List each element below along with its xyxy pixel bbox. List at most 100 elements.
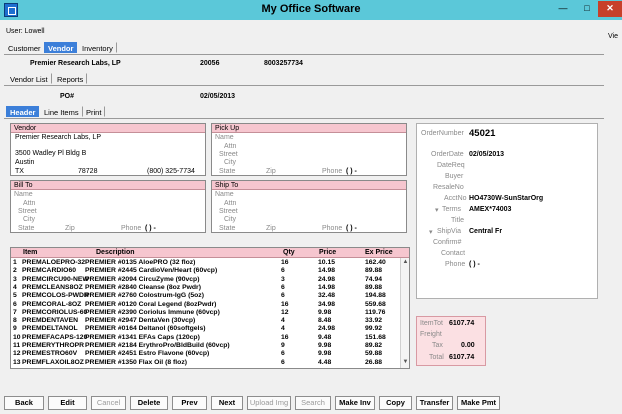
table-row[interactable]: 7 PREMCORIOLUS-60 PREMIER #2390 Coriolus I… xyxy=(13,309,395,317)
shipvia-dropdown-icon[interactable]: ▾ xyxy=(429,228,433,236)
table-row[interactable]: 4 PREMCLEANS8OZ PREMIER #2840 Cleanse (8oz… xyxy=(13,284,395,292)
table-row[interactable]: 6 PREMCORAL-8OZ PREMIER #0120 Coral Legend… xyxy=(13,301,395,309)
shipvia-value[interactable]: Central Fr xyxy=(469,228,502,235)
vendor-state[interactable]: TX xyxy=(15,168,24,175)
po-date: 02/05/2013 xyxy=(200,93,236,100)
line-items-table[interactable]: Item Description Qty Price Ex Price 1 PRE… xyxy=(10,247,410,369)
row-item: PREMCORIOLUS-60 xyxy=(22,308,88,316)
acct-value[interactable]: HO4730W-SunStarOrg xyxy=(469,195,543,202)
table-row[interactable]: 9 PREMDELTANOL PREMIER #0164 Deltanol (60s… xyxy=(13,325,395,333)
upload-img-button[interactable]: Upload Img xyxy=(247,396,291,410)
order-phone-label: Phone xyxy=(445,261,466,268)
pickup-phone[interactable]: ( ) - xyxy=(346,168,357,175)
edit-button[interactable]: Edit xyxy=(48,396,87,410)
row-number: 9 xyxy=(13,325,17,333)
tab-header[interactable]: Header xyxy=(6,106,40,117)
tab-customer[interactable]: Customer xyxy=(4,42,45,53)
billto-phone[interactable]: ( ) - xyxy=(145,225,156,232)
vendor-zip[interactable]: 78728 xyxy=(78,168,97,175)
col-ex-price: Ex Price xyxy=(365,249,393,256)
row-qty: 3 xyxy=(281,275,285,283)
row-ex-price: 194.88 xyxy=(365,292,386,300)
cancel-button[interactable]: Cancel xyxy=(91,396,126,410)
order-phone[interactable]: ( ) - xyxy=(469,261,480,268)
title-label: Title xyxy=(451,217,464,224)
row-qty: 16 xyxy=(281,259,289,266)
prev-button[interactable]: Prev xyxy=(172,396,207,410)
vendor-city[interactable]: Austin xyxy=(15,159,34,166)
pickup-panel-title: Pick Up xyxy=(212,124,406,133)
row-number: 2 xyxy=(13,267,17,275)
user-label: User: Lowell xyxy=(6,28,45,35)
items-scrollbar[interactable]: ▲ ▼ xyxy=(400,258,409,368)
make-inv-button[interactable]: Make Inv xyxy=(335,396,375,410)
tab-line-items[interactable]: Line Items xyxy=(40,106,83,117)
maximize-button[interactable]: □ xyxy=(576,1,598,17)
shipto-phone[interactable]: ( ) - xyxy=(346,225,357,232)
order-number-label: OrderNumber xyxy=(421,130,464,137)
minimize-button[interactable]: — xyxy=(552,1,574,17)
table-row[interactable]: 8 PREMDENTAVEN PREMIER #2947 DentaVen (30v… xyxy=(13,317,395,325)
billto-state-label: State xyxy=(18,225,35,232)
table-row[interactable]: 5 PREMCOLOS-PWDR PREMIER #2760 Colostrum-I… xyxy=(13,292,395,300)
row-qty: 6 xyxy=(281,292,285,300)
row-description: PREMIER #2390 Coriolus Immune (60vcp) xyxy=(85,308,220,316)
table-row[interactable]: 1 PREMALOEPRO-32 PREMIER #0135 AloePRO (32… xyxy=(13,259,395,267)
row-item: PREMDENTAVEN xyxy=(22,317,79,325)
col-qty: Qty xyxy=(283,249,295,256)
row-number: 3 xyxy=(13,275,17,283)
back-button[interactable]: Back xyxy=(4,396,44,410)
row-description: PREMIER #2451 Estro Flavone (60vcp) xyxy=(85,350,210,358)
tab-print[interactable]: Print xyxy=(82,106,106,117)
vendor-panel: Vendor Premier Research Labs, LP 3500 Wa… xyxy=(10,123,206,176)
row-ex-price: 74.94 xyxy=(365,275,383,283)
row-ex-price: 89.82 xyxy=(365,342,383,349)
table-row[interactable]: 11 PREMERYTHROPR PREMIER #2184 ErythroPro/… xyxy=(13,342,395,350)
vendor-phone[interactable]: (800) 325-7734 xyxy=(147,168,195,175)
terms-value[interactable]: AMEX*74003 xyxy=(469,206,511,213)
copy-button[interactable]: Copy xyxy=(379,396,412,410)
row-description: PREMIER #0120 Coral Legend (8ozPwdr) xyxy=(85,300,217,308)
billto-city-label: City xyxy=(23,216,36,223)
tab-reports[interactable]: Reports xyxy=(53,73,88,84)
vendor-panel-title: Vendor xyxy=(11,124,205,133)
order-date[interactable]: 02/05/2013 xyxy=(469,151,504,158)
make-pmt-button[interactable]: Make Pmt xyxy=(457,396,500,410)
order-number[interactable]: 45021 xyxy=(469,128,495,139)
scroll-up-icon[interactable]: ▲ xyxy=(402,259,409,266)
tab-vendor[interactable]: Vendor xyxy=(44,42,78,53)
pickup-name-label: Name xyxy=(215,134,234,141)
close-button[interactable]: ✕ xyxy=(598,1,622,17)
row-description: PREMIER #2760 Colostrum-IgG (5oz) xyxy=(85,292,204,300)
table-row[interactable]: 12 PREMESTRO60V PREMIER #2451 Estro Flavon… xyxy=(13,350,395,358)
billto-street-label: Street xyxy=(18,208,37,215)
table-row[interactable]: 13 PREMFLAXOIL8OZ PREMIER #1350 Flax Oil (… xyxy=(13,359,395,367)
shipto-phone-label: Phone xyxy=(322,225,343,232)
row-item: PREMCIRCU90-NEW xyxy=(22,275,89,283)
table-row[interactable]: 10 PREMEFACAPS-120 PREMIER #1341 EFAs Caps… xyxy=(13,334,395,342)
vendor-street[interactable]: 3500 Wadley Pl Bldg B xyxy=(15,150,86,157)
acct-label: AcctNo xyxy=(444,195,467,202)
row-price: 9.48 xyxy=(318,333,332,341)
window-title: My Office Software xyxy=(261,3,361,15)
shipto-name-label: Name xyxy=(215,191,234,198)
pickup-panel: Pick Up Name Attn Street City State Zip … xyxy=(211,123,407,176)
shipto-state-label: State xyxy=(219,225,236,232)
scroll-down-icon[interactable]: ▼ xyxy=(402,359,409,366)
row-item: PREMCLEANS8OZ xyxy=(22,283,83,291)
tab-inventory[interactable]: Inventory xyxy=(78,42,117,53)
total-label: Total xyxy=(429,354,444,361)
tab-vendor-list[interactable]: Vendor List xyxy=(6,73,52,84)
terms-dropdown-icon[interactable]: ▾ xyxy=(435,206,439,214)
table-row[interactable]: 2 PREMCARDIO60 PREMIER #2445 CardioVen/Hea… xyxy=(13,267,395,275)
next-button[interactable]: Next xyxy=(211,396,243,410)
pickup-zip-label: Zip xyxy=(266,168,276,175)
table-row[interactable]: 3 PREMCIRCU90-NEW PREMIER #2094 CircuZyme … xyxy=(13,276,395,284)
transfer-button[interactable]: Transfer xyxy=(416,396,453,410)
delete-button[interactable]: Delete xyxy=(130,396,168,410)
row-item: PREMDELTANOL xyxy=(22,325,78,333)
row-qty: 16 xyxy=(281,333,289,341)
vendor-name[interactable]: Premier Research Labs, LP xyxy=(15,134,101,141)
pickup-attn-label: Attn xyxy=(224,143,237,150)
search-button[interactable]: Search xyxy=(295,396,331,410)
